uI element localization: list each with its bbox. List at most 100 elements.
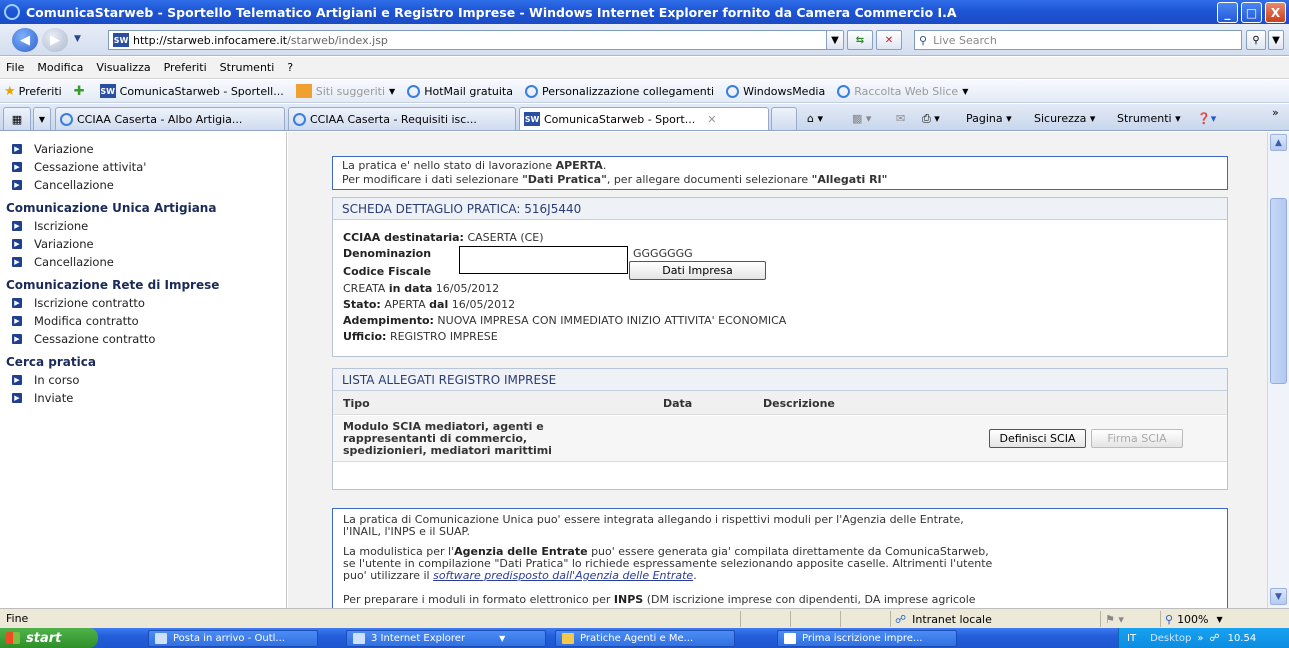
add-favorite-icon[interactable]: ✚ <box>74 84 88 99</box>
address-host: http://starweb.infocamere.it <box>133 33 288 47</box>
sidebar-item-cancellazione[interactable]: ▶ Cancellazione <box>0 176 286 194</box>
dati-impresa-button[interactable]: Dati Impresa <box>629 261 766 280</box>
bullet-icon: ▶ <box>12 375 22 385</box>
chevron-down-icon: ▼ <box>499 634 506 643</box>
scroll-down-icon[interactable]: ▼ <box>1270 588 1287 605</box>
mail-icon[interactable]: ✉ <box>896 112 905 125</box>
notes-p1: La pratica di Comunicazione Unica puo' e… <box>343 513 964 538</box>
favorite-item-comunicastarweb[interactable]: SW ComunicaStarweb - Sportell... <box>99 84 284 98</box>
task-pratiche-agenti[interactable]: Pratiche Agenti e Me... <box>555 630 735 647</box>
tray-expand-icon[interactable]: » <box>1197 633 1203 644</box>
favorite-item-web-slice[interactable]: Raccolta Web Slice ▼ <box>837 84 968 98</box>
cciaa-row: CCIAA destinataria: CASERTA (CE) <box>343 231 544 244</box>
clock: 10.54 <box>1227 632 1257 644</box>
security-zone[interactable]: ☍ Intranet locale <box>890 611 1090 627</box>
favorites-star-icon: ★ <box>4 83 16 99</box>
tools-menu[interactable]: Strumenti ▾ <box>1117 112 1181 125</box>
desktop-toolbar[interactable]: Desktop <box>1150 633 1191 644</box>
starweb-favicon-icon: SW <box>524 112 540 126</box>
search-options-icon[interactable]: ▼ <box>1268 30 1284 50</box>
quick-tabs-icon[interactable]: ▦ <box>3 107 31 130</box>
firma-scia-button[interactable]: Firma SCIA <box>1091 429 1183 448</box>
start-button[interactable]: start <box>0 628 98 648</box>
sidebar-item-artigiana-iscrizione[interactable]: ▶ Iscrizione <box>0 217 286 235</box>
forward-button[interactable]: ▶ <box>42 28 68 52</box>
bullet-icon: ▶ <box>12 180 22 190</box>
ufficio-row: Ufficio: REGISTRO IMPRESE <box>343 330 498 343</box>
menu-strumenti[interactable]: Strumenti <box>220 61 275 74</box>
status-section <box>790 611 840 627</box>
window-title-bar[interactable]: ComunicaStarweb - Sportello Telematico A… <box>0 0 1289 24</box>
bullet-icon: ▶ <box>12 221 22 231</box>
sidebar-item-modifica-contratto[interactable]: ▶ Modifica contratto <box>0 312 286 330</box>
sidebar-item-inviate[interactable]: ▶ Inviate <box>0 389 286 407</box>
scroll-up-icon[interactable]: ▲ <box>1270 134 1287 151</box>
sidebar-item-in-corso[interactable]: ▶ In corso <box>0 371 286 389</box>
refresh-icon[interactable]: ⇆ <box>847 30 873 50</box>
address-dropdown-icon[interactable]: ▼ <box>826 30 844 50</box>
menu-preferiti[interactable]: Preferiti <box>164 61 207 74</box>
favorite-item-windowsmedia[interactable]: WindowsMedia <box>726 84 825 98</box>
print-icon[interactable]: ⎙ ▾ <box>922 112 940 126</box>
sidebar-section-artigiana: Comunicazione Unica Artigiana <box>6 201 217 215</box>
tab-comunicastarweb[interactable]: SW ComunicaStarweb - Sport... ✕ <box>519 107 769 130</box>
new-tab-button[interactable] <box>771 107 797 130</box>
address-bar[interactable]: SW http://starweb.infocamere.it/starweb/… <box>108 30 828 50</box>
stop-icon[interactable]: ✕ <box>876 30 902 50</box>
menu-help[interactable]: ? <box>287 61 293 74</box>
close-button[interactable]: X <box>1265 2 1286 23</box>
sidebar-item-iscrizione-contratto[interactable]: ▶ Iscrizione contratto <box>0 294 286 312</box>
maximize-button[interactable]: □ <box>1241 2 1262 23</box>
internet-explorer-icon <box>353 633 365 644</box>
task-outlook[interactable]: Posta in arrivo - Outl... <box>148 630 318 647</box>
info-line-2: Per modificare i dati selezionare "Dati … <box>342 173 888 186</box>
info-line-1: La pratica e' nello stato di lavorazione… <box>342 159 607 172</box>
vertical-scrollbar[interactable]: ▲ ▼ <box>1267 132 1289 608</box>
recent-pages-dropdown-icon[interactable]: ▼ <box>74 34 81 44</box>
tab-albo-artigiani[interactable]: CCIAA Caserta - Albo Artigia... <box>55 107 285 130</box>
scroll-thumb[interactable] <box>1270 198 1287 384</box>
sidebar-item-cessazione-attivita[interactable]: ▶ Cessazione attivita' <box>0 158 286 176</box>
bullet-icon: ▶ <box>12 298 22 308</box>
sidebar-item-artigiana-cancellazione[interactable]: ▶ Cancellazione <box>0 253 286 271</box>
home-icon[interactable]: ⌂ ▾ <box>807 112 823 125</box>
agenzia-entrate-software-link[interactable]: software predisposto dall'Agenzia delle … <box>433 569 693 582</box>
denominazione-value: GGGGGGG <box>633 247 693 260</box>
column-descrizione: Descrizione <box>763 397 835 410</box>
sidebar-item-cessazione-contratto[interactable]: ▶ Cessazione contratto <box>0 330 286 348</box>
page-menu[interactable]: Pagina ▾ <box>966 112 1012 125</box>
favorites-button[interactable]: ★ Preferiti <box>4 84 62 99</box>
favorite-item-hotmail[interactable]: HotMail gratuita <box>407 84 513 98</box>
definisci-scia-button[interactable]: Definisci SCIA <box>989 429 1086 448</box>
tab-list-dropdown-icon[interactable]: ▼ <box>33 107 51 130</box>
windows-taskbar: start Posta in arrivo - Outl... 3 Intern… <box>0 628 1289 648</box>
menu-visualizza[interactable]: Visualizza <box>96 61 150 74</box>
favorite-item-personalizzazione[interactable]: Personalizzazione collegamenti <box>524 84 714 98</box>
feeds-icon[interactable]: ▩ ▾ <box>852 112 871 125</box>
menu-modifica[interactable]: Modifica <box>37 61 83 74</box>
task-internet-explorer[interactable]: 3 Internet Explorer ▼ <box>346 630 546 647</box>
close-tab-icon[interactable]: ✕ <box>707 113 716 126</box>
favorite-item-siti-suggeriti[interactable]: Siti suggeriti ▼ <box>295 84 395 98</box>
menu-file[interactable]: File <box>6 61 24 74</box>
back-button[interactable]: ◀ <box>12 28 38 52</box>
ie-page-icon <box>837 84 851 98</box>
language-indicator[interactable]: IT <box>1127 633 1136 644</box>
sidebar-item-artigiana-variazione[interactable]: ▶ Variazione <box>0 235 286 253</box>
search-button-icon[interactable]: ⚲ <box>1246 30 1266 50</box>
minimize-button[interactable]: _ <box>1217 2 1238 23</box>
toolbar-overflow-icon[interactable]: » <box>1272 106 1279 119</box>
sidebar-item-variazione[interactable]: ▶ Variazione <box>0 140 286 158</box>
redacted-area <box>459 246 628 274</box>
safety-menu[interactable]: Sicurezza ▾ <box>1034 112 1095 125</box>
help-icon[interactable]: ❓▾ <box>1197 112 1216 125</box>
notes-p3: Per preparare i moduli in formato elettr… <box>343 593 976 606</box>
tab-requisiti[interactable]: CCIAA Caserta - Requisiti isc... <box>288 107 516 130</box>
network-icon[interactable]: ☍ <box>1209 633 1219 644</box>
task-prima-iscrizione[interactable]: Prima iscrizione impre... <box>777 630 957 647</box>
zoom-level[interactable]: ⚲ 100% ▼ <box>1160 611 1260 627</box>
search-input[interactable]: ⚲ Live Search <box>914 30 1242 50</box>
protected-mode-icon[interactable]: ⚑ ▾ <box>1100 611 1160 627</box>
notes-p2: La modulistica per l'Agenzia delle Entra… <box>343 545 993 582</box>
suggested-sites-icon <box>295 84 312 98</box>
